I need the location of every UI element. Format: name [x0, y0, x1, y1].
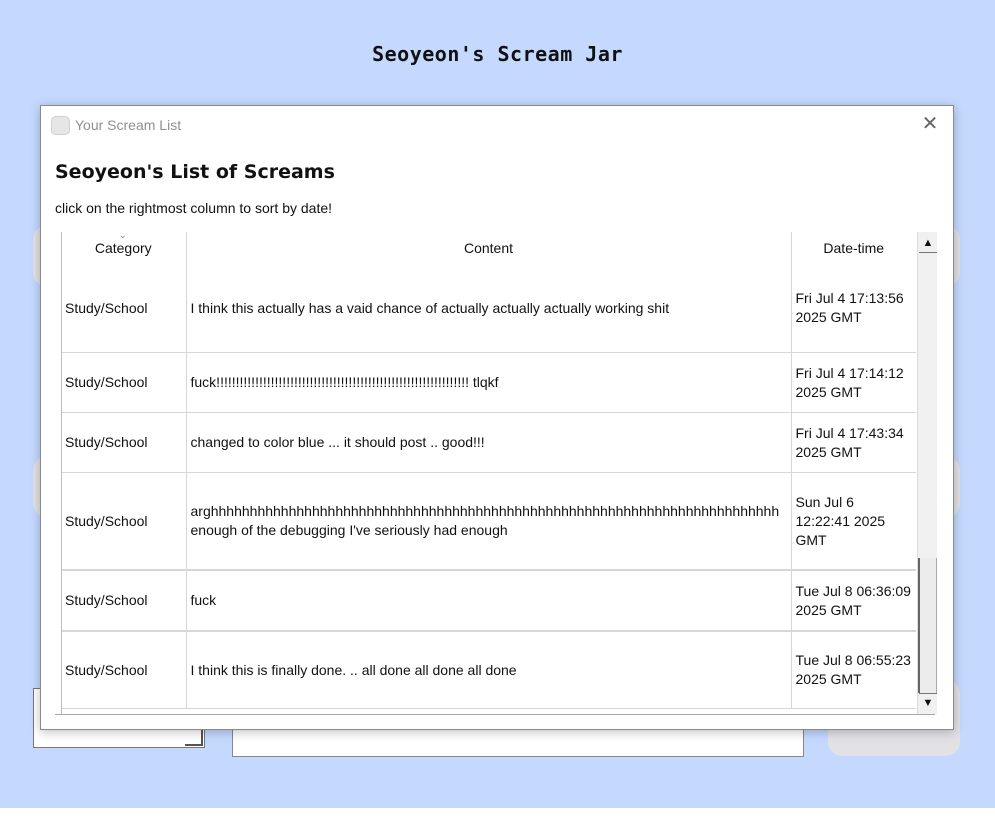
close-icon[interactable]: ✕ [917, 111, 943, 137]
scream-list-dialog: Your Scream List ✕ Seoyeon's List of Scr… [40, 105, 954, 730]
cell-category: Study/School [61, 352, 187, 413]
cell-datetime: Sun Jul 6 12:22:41 2025 GMT [791, 472, 916, 571]
cell-datetime: Tue Jul 8 06:55:23 2025 GMT [791, 630, 916, 709]
column-header-label: Category [94, 240, 152, 256]
cell-content: arghhhhhhhhhhhhhhhhhhhhhhhhhhhhhhhhhhhhh… [186, 472, 792, 571]
column-header-datetime[interactable]: Date-time [791, 232, 916, 264]
column-header-content[interactable]: Content [186, 232, 792, 264]
column-header-label: Date-time [823, 240, 885, 256]
cell-content: fuck!!!!!!!!!!!!!!!!!!!!!!!!!!!!!!!!!!!!… [186, 352, 792, 413]
scream-table: ⌄ Category Content Date-time Study/Schoo… [61, 232, 916, 709]
cell-content: changed to color blue ... it should post… [186, 412, 792, 473]
cell-category: Study/School [61, 472, 187, 571]
select-corner [185, 728, 203, 746]
table-row[interactable]: Study/School fuck Tue Jul 8 06:36:09 202… [61, 570, 916, 632]
column-header-category[interactable]: ⌄ Category [61, 232, 187, 264]
scrollbar-thumb[interactable] [918, 558, 937, 693]
cell-category: Study/School [61, 264, 187, 353]
cell-content: fuck [186, 570, 792, 632]
cell-datetime: Fri Jul 4 17:14:12 2025 GMT [791, 352, 916, 413]
table-row[interactable]: Study/School fuck!!!!!!!!!!!!!!!!!!!!!!!… [61, 352, 916, 413]
scroll-down-icon[interactable]: ▼ [919, 693, 937, 712]
table-row[interactable]: Study/School arghhhhhhhhhhhhhhhhhhhhhhhh… [61, 472, 916, 571]
cell-category: Study/School [61, 570, 187, 632]
column-header-label: Content [463, 240, 514, 256]
table-row[interactable]: Study/School I think this actually has a… [61, 264, 916, 353]
sort-hint: click on the rightmost column to sort by… [55, 200, 333, 216]
app-icon [51, 116, 70, 135]
table-divider [55, 714, 935, 715]
scream-table-container: ⌄ Category Content Date-time Study/Schoo… [61, 232, 916, 714]
scroll-up-icon[interactable]: ▲ [919, 234, 937, 253]
cell-content: I think this actually has a vaid chance … [186, 264, 792, 353]
cell-content: I think this is finally done. .. all don… [186, 630, 792, 709]
table-row[interactable]: Study/School changed to color blue ... i… [61, 412, 916, 473]
cell-datetime: Tue Jul 8 06:36:09 2025 GMT [791, 570, 916, 632]
window-title: Your Scream List [75, 117, 182, 133]
dialog-heading: Seoyeon's List of Screams [55, 161, 335, 183]
cell-datetime: Fri Jul 4 17:43:34 2025 GMT [791, 412, 916, 473]
table-row[interactable]: Study/School I think this is finally don… [61, 630, 916, 709]
cell-datetime: Fri Jul 4 17:13:56 2025 GMT [791, 264, 916, 353]
table-scrollbar[interactable]: ▲ ▼ [917, 232, 937, 714]
page-title: Seoyeon's Scream Jar [372, 42, 623, 66]
dialog-titlebar[interactable]: Your Scream List ✕ [41, 106, 953, 144]
table-border [61, 232, 62, 714]
cell-category: Study/School [61, 630, 187, 709]
cell-category: Study/School [61, 412, 187, 473]
chevron-down-icon: ⌄ [119, 232, 127, 240]
